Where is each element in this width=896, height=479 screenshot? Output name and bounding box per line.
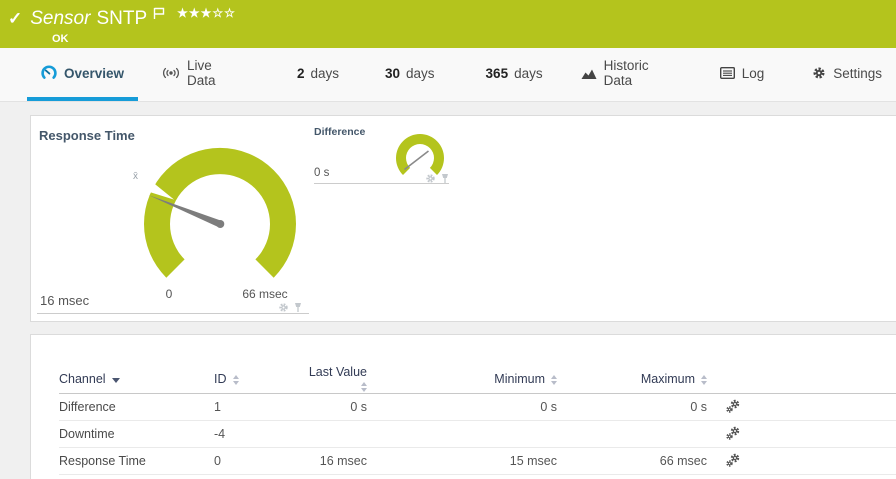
tab-historic-data[interactable]: Historic Data bbox=[567, 49, 695, 101]
gauge-cell-actions bbox=[278, 300, 303, 318]
difference-current-value: 0 s bbox=[314, 167, 330, 179]
gauge-scale-max: 66 msec bbox=[242, 287, 288, 301]
gauges-panel: Response Time x̄ 0 66 msec 16 msec Diffe… bbox=[30, 115, 896, 322]
sensor-header: ✓ Sensor SNTP ★★★☆☆ OK bbox=[0, 0, 896, 48]
tab-2-days-unit: days bbox=[310, 65, 339, 81]
channel-name-cell: Difference bbox=[59, 393, 214, 421]
sort-icon bbox=[361, 381, 367, 392]
tab-log-label: Log bbox=[741, 65, 765, 81]
column-header-maximum-label: Maximum bbox=[640, 372, 695, 386]
channel-table-panel: Channel ID Last Value Minimum Maximum Di… bbox=[30, 334, 896, 479]
channel-table: Channel ID Last Value Minimum Maximum Di… bbox=[59, 365, 896, 475]
sensor-title-name: SNTP bbox=[96, 8, 148, 29]
table-header-row: Channel ID Last Value Minimum Maximum bbox=[59, 365, 896, 394]
sort-icon bbox=[701, 374, 707, 385]
column-header-minimum[interactable]: Minimum bbox=[367, 365, 557, 394]
status-ok-check-icon: ✓ bbox=[8, 9, 23, 28]
gear-icon bbox=[812, 66, 826, 80]
channel-id-cell: -4 bbox=[214, 420, 301, 448]
channel-id-cell: 1 bbox=[214, 393, 301, 421]
last-value-cell: 0 s bbox=[301, 393, 367, 421]
column-header-channel[interactable]: Channel bbox=[59, 365, 214, 394]
column-header-maximum[interactable]: Maximum bbox=[557, 365, 707, 394]
maximum-cell bbox=[557, 420, 707, 448]
channel-settings-gears-icon[interactable] bbox=[725, 398, 741, 414]
gauge-settings-gear-icon[interactable] bbox=[425, 171, 436, 189]
priority-stars[interactable]: ★★★☆☆ bbox=[177, 6, 236, 20]
tab-live-data[interactable]: Live Data bbox=[148, 49, 258, 101]
table-row: Difference 1 0 s 0 s 0 s bbox=[59, 393, 896, 421]
average-marker-label: x̄ bbox=[133, 171, 138, 182]
live-broadcast-icon bbox=[162, 66, 180, 80]
minimum-cell: 15 msec bbox=[367, 447, 557, 475]
tab-365-days-unit: days bbox=[514, 65, 543, 81]
tab-log[interactable]: Log bbox=[706, 49, 779, 101]
flag-icon bbox=[153, 7, 165, 25]
tab-settings-label: Settings bbox=[833, 65, 882, 81]
gauge-needle-small bbox=[404, 150, 429, 171]
tab-live-data-label: Live Data bbox=[187, 58, 216, 88]
area-chart-icon bbox=[581, 67, 597, 80]
response-time-current-value: 16 msec bbox=[40, 293, 90, 308]
maximum-cell: 66 msec bbox=[557, 447, 707, 475]
column-header-actions bbox=[707, 365, 896, 394]
channel-settings-gears-icon[interactable] bbox=[725, 452, 741, 468]
stars-filled[interactable]: ★★★ bbox=[177, 6, 212, 20]
gauge-pin-icon[interactable] bbox=[293, 300, 303, 318]
column-header-id-label: ID bbox=[214, 372, 227, 386]
table-row: Downtime -4 bbox=[59, 420, 896, 448]
tab-overview-label: Overview bbox=[64, 65, 125, 81]
log-list-icon bbox=[719, 67, 735, 79]
response-time-gauge bbox=[144, 147, 296, 278]
sort-desc-icon bbox=[111, 378, 120, 383]
sort-icon bbox=[551, 374, 557, 385]
column-header-minimum-label: Minimum bbox=[494, 372, 545, 386]
channel-id-cell: 0 bbox=[214, 447, 301, 475]
column-header-last-value-label: Last Value bbox=[308, 365, 367, 379]
gauge-cell-actions-small bbox=[425, 171, 450, 189]
tab-30-days-unit: days bbox=[406, 65, 435, 81]
sort-icon bbox=[232, 374, 239, 385]
channel-name-cell: Response Time bbox=[59, 447, 214, 475]
column-header-last-value[interactable]: Last Value bbox=[301, 365, 367, 394]
tab-settings[interactable]: Settings bbox=[798, 49, 896, 101]
tab-2-days[interactable]: 2 days bbox=[283, 49, 353, 101]
channel-name-cell: Downtime bbox=[59, 420, 214, 448]
minimum-cell bbox=[367, 420, 557, 448]
gauge-cell-divider-small bbox=[314, 183, 449, 184]
column-header-id[interactable]: ID bbox=[214, 365, 301, 394]
gauge-cell-divider bbox=[37, 313, 309, 314]
tab-365-days[interactable]: 365 days bbox=[472, 49, 557, 101]
sensor-title-prefix: Sensor bbox=[30, 8, 91, 29]
tab-30-days-number: 30 bbox=[384, 65, 401, 81]
last-value-cell bbox=[301, 420, 367, 448]
status-badge: OK bbox=[52, 33, 69, 45]
channel-settings-gears-icon[interactable] bbox=[725, 425, 741, 441]
tab-365-days-number: 365 bbox=[485, 65, 509, 81]
last-value-cell: 16 msec bbox=[301, 447, 367, 475]
gauge-scale-min: 0 bbox=[165, 287, 173, 301]
tab-2-days-number: 2 bbox=[296, 65, 305, 81]
column-header-channel-label: Channel bbox=[59, 372, 106, 386]
tab-30-days[interactable]: 30 days bbox=[371, 49, 449, 101]
gauge-settings-gear-icon[interactable] bbox=[278, 300, 289, 318]
stars-empty[interactable]: ☆☆ bbox=[212, 6, 236, 20]
maximum-cell: 0 s bbox=[557, 393, 707, 421]
tab-bar: Overview Live Data 2 days 30 days 365 da… bbox=[0, 48, 896, 102]
minimum-cell: 0 s bbox=[367, 393, 557, 421]
tab-historic-data-label: Historic Data bbox=[603, 58, 649, 88]
gauge-pin-icon[interactable] bbox=[440, 171, 450, 189]
tab-overview[interactable]: Overview bbox=[27, 49, 139, 101]
gauge-icon bbox=[41, 65, 57, 81]
table-row: Response Time 0 16 msec 15 msec 66 msec bbox=[59, 447, 896, 475]
gauge-title-difference: Difference bbox=[314, 126, 366, 138]
